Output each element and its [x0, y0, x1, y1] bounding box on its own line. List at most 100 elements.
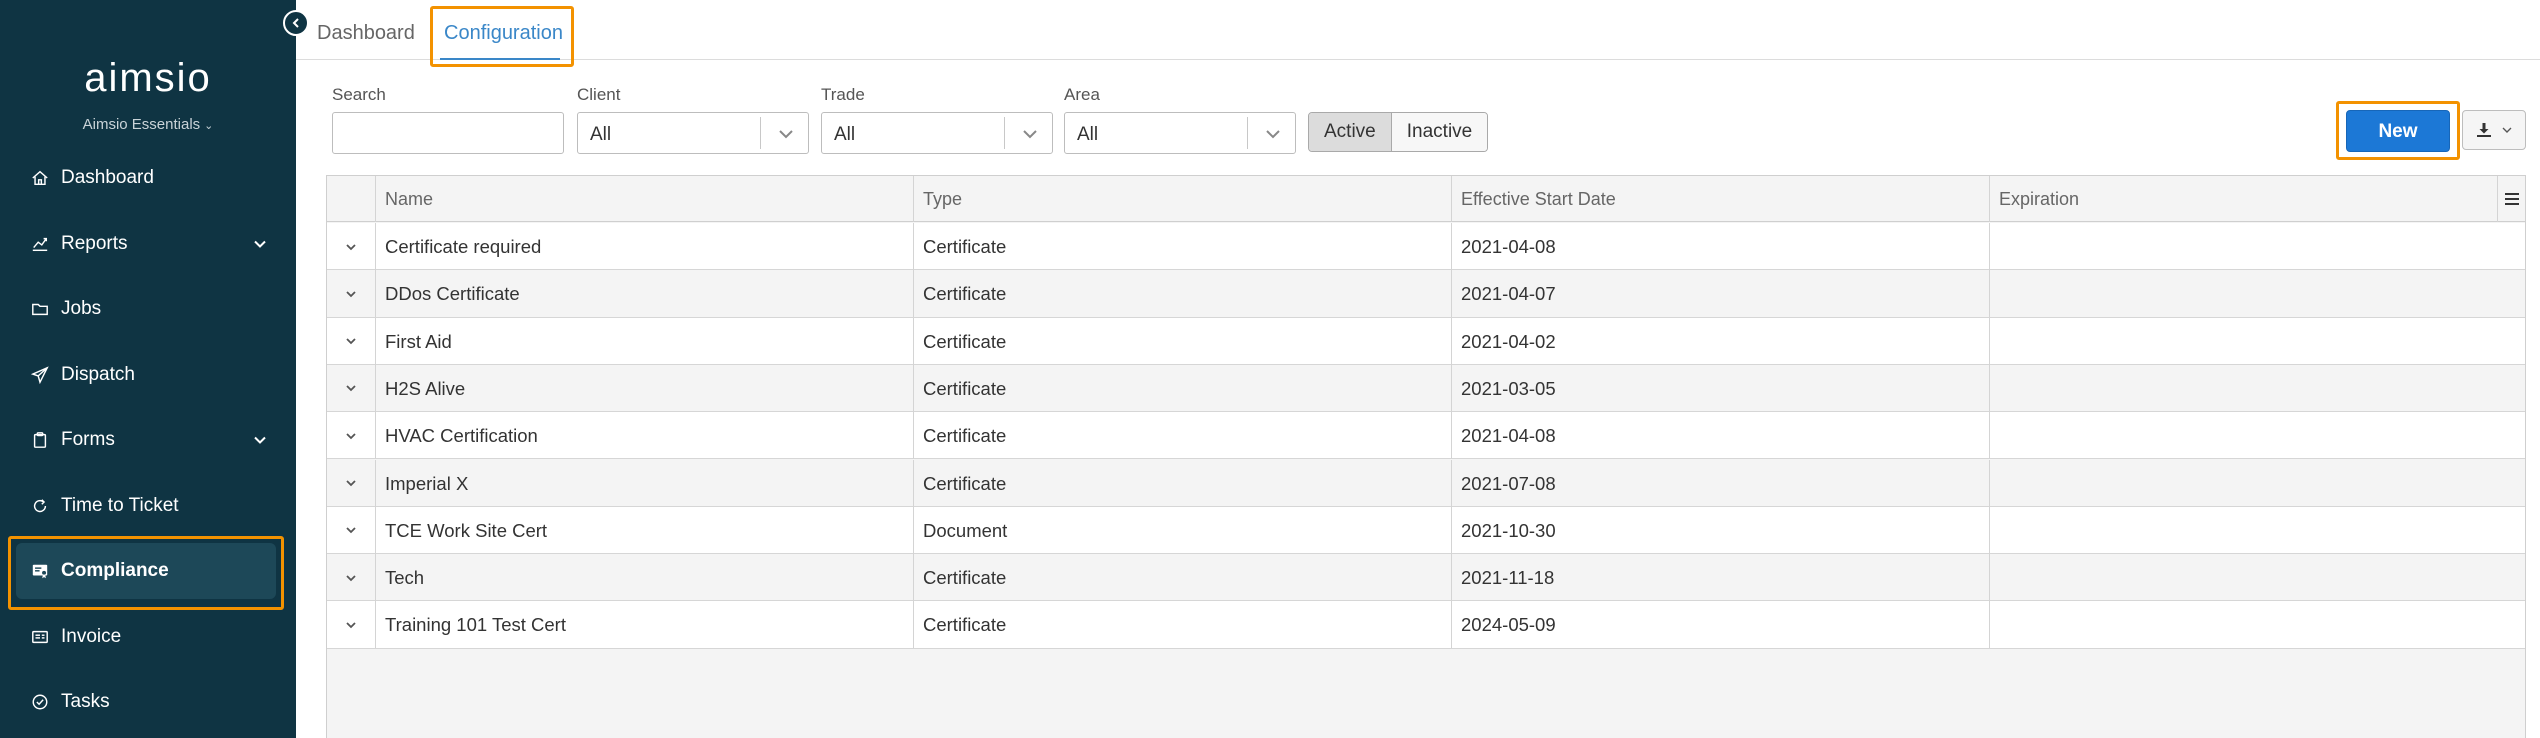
sidebar-item-tasks[interactable]: Tasks	[0, 674, 296, 730]
table-row[interactable]: H2S Alive Certificate 2021-03-05	[327, 364, 2525, 413]
export-button[interactable]	[2462, 110, 2526, 150]
cell-type: Certificate	[913, 412, 1451, 460]
sidebar-item-label: Reports	[61, 232, 128, 254]
aimsio-logo[interactable]: aimsio	[0, 56, 296, 101]
row-expand-button[interactable]	[327, 412, 375, 459]
client-select[interactable]: All	[577, 112, 809, 154]
chevron-down-icon	[346, 338, 356, 345]
cell-expiration	[1989, 317, 2525, 365]
sidebar-item-label: Dashboard	[61, 167, 154, 188]
table-row[interactable]: Imperial X Certificate 2021-07-08	[327, 459, 2525, 507]
area-select[interactable]: All	[1064, 112, 1296, 154]
column-menu-icon[interactable]	[2497, 176, 2525, 222]
cell-expiration	[1989, 459, 2525, 507]
cell-effective-start-date: 2021-03-05	[1451, 364, 1989, 412]
search-input[interactable]	[332, 112, 564, 154]
chevron-down-icon[interactable]	[252, 432, 268, 448]
download-icon	[2477, 123, 2491, 137]
table-row[interactable]: Training 101 Test Cert Certificate 2024-05…	[327, 601, 2525, 649]
active-toggle-button[interactable]: Active	[1309, 113, 1392, 151]
check-circle-icon	[30, 692, 50, 712]
table-row[interactable]: TCE Work Site Cert Document 2021-10-30	[327, 506, 2525, 555]
cell-effective-start-date: 2021-04-08	[1451, 223, 1989, 270]
column-header-effective-start-date[interactable]: Effective Start Date	[1451, 176, 1989, 222]
refresh-icon	[30, 496, 50, 516]
row-expand-button[interactable]	[327, 601, 375, 648]
sidebar-item-label: Tasks	[61, 691, 110, 712]
table-row[interactable]: Certificate required Certificate 2021-04-0…	[327, 223, 2525, 271]
new-button[interactable]: New	[2346, 110, 2450, 152]
row-expand-button[interactable]	[327, 365, 375, 412]
sidebar-item-label: Compliance	[61, 560, 169, 581]
select-divider	[760, 117, 761, 149]
sidebar-item-forms[interactable]: Forms	[0, 412, 296, 468]
search-label: Search	[332, 85, 386, 104]
table-row[interactable]: HVAC Certification Certificate 2021-04-08	[327, 412, 2525, 460]
column-header-expiration[interactable]: Expiration	[1989, 176, 2497, 222]
cell-type: Certificate	[913, 223, 1451, 270]
cell-name: HVAC Certification	[375, 412, 913, 460]
table-row[interactable]: DDos Certificate Certificate 2021-04-07	[327, 270, 2525, 318]
row-expand-button[interactable]	[327, 507, 375, 554]
sidebar-item-label: Forms	[61, 429, 115, 450]
cell-type: Certificate	[913, 364, 1451, 412]
sidebar-item-jobs[interactable]: Jobs	[0, 281, 296, 337]
folder-icon	[30, 299, 50, 319]
row-expand-button[interactable]	[327, 554, 375, 601]
cell-effective-start-date: 2024-05-09	[1451, 601, 1989, 649]
chevron-down-icon	[346, 243, 356, 250]
cell-type: Certificate	[913, 459, 1451, 507]
table-row[interactable]: Tech Certificate 2021-11-18	[327, 554, 2525, 602]
sidebar-item-dispatch[interactable]: Dispatch	[0, 347, 296, 403]
tab-dashboard[interactable]: Dashboard	[317, 22, 415, 45]
cell-name: Training 101 Test Cert	[375, 601, 913, 649]
chart-icon	[30, 234, 50, 254]
cell-type: Certificate	[913, 270, 1451, 318]
sidebar-item-invoice[interactable]: Invoice	[0, 609, 296, 665]
row-expand-button[interactable]	[327, 270, 375, 317]
table-row[interactable]: First Aid Certificate 2021-04-02	[327, 317, 2525, 365]
sidebar-item-dashboard[interactable]: Dashboard	[0, 150, 296, 206]
sidebar-collapse-button[interactable]	[283, 10, 309, 36]
client-select-value: All	[590, 124, 612, 145]
cell-effective-start-date: 2021-11-18	[1451, 554, 1989, 602]
chevron-down-icon	[2502, 127, 2512, 133]
chevron-down-icon	[1023, 130, 1037, 139]
cell-name: First Aid	[375, 317, 913, 365]
sidebar-item-reports[interactable]: Reports	[0, 216, 296, 272]
invoice-icon	[30, 627, 50, 647]
area-label: Area	[1064, 85, 1100, 104]
chevron-down-icon	[346, 385, 356, 392]
column-header-name[interactable]: Name	[375, 176, 913, 222]
sidebar-item-compliance[interactable]: Compliance	[16, 543, 276, 599]
cell-name: H2S Alive	[375, 364, 913, 412]
sidebar-item-label: Dispatch	[61, 363, 135, 385]
row-expand-button[interactable]	[327, 460, 375, 507]
cell-type: Certificate	[913, 317, 1451, 365]
cell-type: Certificate	[913, 554, 1451, 602]
select-divider	[1004, 117, 1005, 149]
row-expand-button[interactable]	[327, 223, 375, 270]
chevron-down-icon[interactable]	[252, 236, 268, 252]
client-label: Client	[577, 85, 621, 104]
cell-effective-start-date: 2021-04-08	[1451, 412, 1989, 460]
tab-configuration[interactable]: Configuration	[444, 22, 563, 45]
inactive-toggle-button[interactable]: Inactive	[1391, 113, 1488, 151]
chevron-down-icon	[346, 480, 356, 487]
org-switcher[interactable]: Aimsio Essentials ⌄	[0, 116, 296, 133]
cell-type: Certificate	[913, 601, 1451, 649]
chevron-down-icon	[346, 622, 356, 629]
column-header-type[interactable]: Type	[913, 176, 1451, 222]
tab-bar: Dashboard Configuration	[296, 0, 2540, 60]
cell-expiration	[1989, 412, 2525, 460]
area-select-value: All	[1077, 124, 1099, 145]
row-expand-button[interactable]	[327, 318, 375, 365]
sidebar-item-time-to-ticket[interactable]: Time to Ticket	[0, 478, 296, 534]
cell-type: Document	[913, 506, 1451, 554]
trade-select[interactable]: All	[821, 112, 1053, 154]
select-divider	[1247, 117, 1248, 149]
cell-name: TCE Work Site Cert	[375, 506, 913, 554]
active-status-toggle: Active Inactive	[1308, 112, 1489, 152]
home-icon	[30, 168, 50, 188]
sidebar-item-label: Invoice	[61, 625, 122, 647]
